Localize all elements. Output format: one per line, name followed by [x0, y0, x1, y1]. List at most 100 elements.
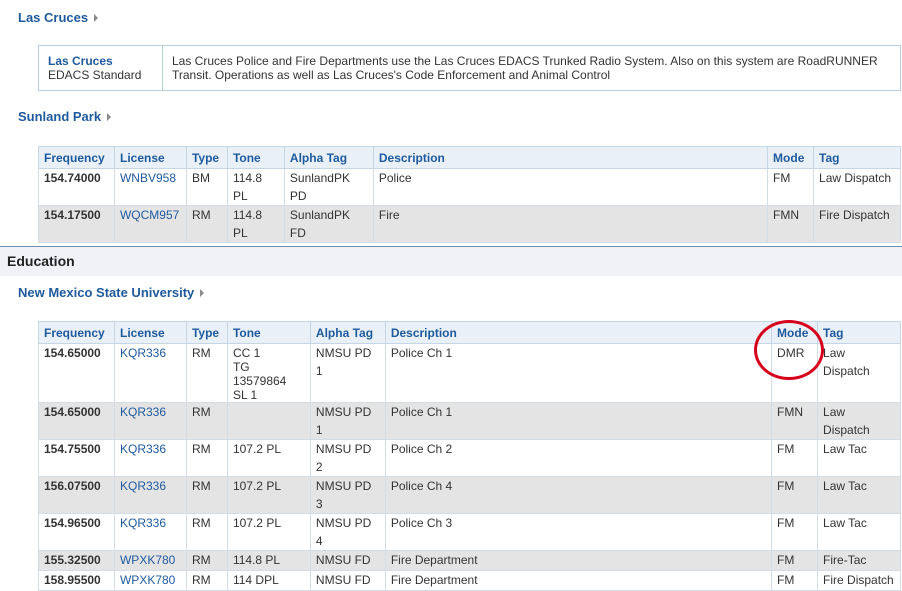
mode-cell: FM: [767, 168, 815, 206]
license-link[interactable]: KQR336: [113, 343, 187, 403]
tone-cell: 114.8 PL: [226, 205, 285, 243]
system-type: EDACS Standard: [48, 68, 142, 82]
frequency-cell: 154.65000: [38, 343, 115, 403]
frequency-cell: 154.75500: [38, 439, 115, 477]
col-header[interactable]: Type: [185, 146, 228, 169]
description-cell: Police Ch 3: [384, 513, 773, 551]
description-cell: Fire Department: [384, 570, 773, 591]
system-description: Las Cruces Police and Fire Departments u…: [172, 54, 878, 82]
table-row: 154.74000 WNBV958 BM 114.8 PL SunlandPK …: [38, 168, 901, 206]
description-cell: Fire Department: [384, 550, 773, 571]
tone-cell: 114.8 PL: [226, 550, 311, 571]
col-header[interactable]: License: [113, 146, 187, 169]
tag-cell: Fire Dispatch: [813, 205, 901, 243]
tone-cell: 107.2 PL: [226, 513, 311, 551]
col-header[interactable]: Alpha Tag: [283, 146, 374, 169]
col-header[interactable]: Frequency: [38, 146, 115, 169]
table-row: 155.32500 WPXK780 RM 114.8 PL NMSU FD Fi…: [38, 550, 901, 571]
col-header[interactable]: Tone: [226, 146, 285, 169]
col-header[interactable]: Mode: [767, 146, 815, 169]
mode-cell: FMN: [771, 402, 819, 440]
col-header[interactable]: Type: [185, 321, 228, 344]
license-link[interactable]: WPXK780: [113, 570, 187, 591]
license-link[interactable]: WNBV958: [113, 168, 187, 206]
description-cell: Police: [372, 168, 769, 206]
description-cell: Police Ch 1: [384, 402, 773, 440]
alpha-tag-cell: NMSU PD 1: [309, 343, 386, 403]
type-cell: RM: [185, 570, 228, 591]
alpha-tag-cell: NMSU FD: [309, 550, 386, 571]
col-header[interactable]: Tag: [813, 146, 901, 169]
tag-cell: Fire Dispatch: [817, 570, 901, 591]
mode-cell: FM: [771, 570, 819, 591]
col-header[interactable]: Alpha Tag: [309, 321, 386, 344]
tag-cell: Law Dispatch: [817, 343, 901, 403]
system-link[interactable]: Las Cruces: [48, 54, 162, 68]
agency-title[interactable]: Sunland Park: [18, 109, 101, 124]
col-header[interactable]: License: [113, 321, 187, 344]
type-cell: RM: [185, 439, 228, 477]
agency-sunland-park[interactable]: Sunland Park: [18, 109, 112, 124]
mode-cell: DMR: [771, 343, 819, 403]
system-name-cell: Las Cruces EDACS Standard: [39, 46, 163, 90]
frequency-cell: 154.17500: [38, 205, 115, 243]
license-link[interactable]: KQR336: [113, 513, 187, 551]
caret-right-icon: [200, 288, 205, 297]
tone-cell: 107.2 PL: [226, 439, 311, 477]
mode-cell: FM: [771, 439, 819, 477]
col-header[interactable]: Description: [372, 146, 769, 169]
description-cell: Police Ch 2: [384, 439, 773, 477]
table-row: 154.75500 KQR336 RM 107.2 PL NMSU PD 2 P…: [38, 439, 901, 477]
col-header[interactable]: Tag: [817, 321, 901, 344]
frequency-cell: 154.96500: [38, 513, 115, 551]
type-cell: RM: [185, 343, 228, 403]
alpha-tag-cell: NMSU PD 1: [309, 402, 386, 440]
caret-right-icon: [94, 13, 99, 22]
frequency-cell: 158.95500: [38, 570, 115, 591]
tag-cell: Law Tac: [817, 439, 901, 477]
col-header[interactable]: Frequency: [38, 321, 115, 344]
table-header-row: Frequency License Type Tone Alpha Tag De…: [38, 146, 901, 169]
tone-line: TG 13579864: [232, 360, 287, 388]
nmsu-frequency-table: Frequency License Type Tone Alpha Tag De…: [38, 321, 901, 591]
alpha-tag-cell: NMSU PD 2: [309, 439, 386, 477]
alpha-tag-cell: SunlandPK PD: [283, 168, 374, 206]
table-row: 158.95500 WPXK780 RM 114 DPL NMSU FD Fir…: [38, 570, 901, 591]
frequency-cell: 154.74000: [38, 168, 115, 206]
license-link[interactable]: KQR336: [113, 439, 187, 477]
col-header[interactable]: Mode: [771, 321, 819, 344]
agency-nmsu[interactable]: New Mexico State University: [18, 285, 205, 300]
description-cell: Fire: [372, 205, 769, 243]
frequency-cell: 154.65000: [38, 402, 115, 440]
sunland-frequency-table: Frequency License Type Tone Alpha Tag De…: [38, 146, 901, 243]
category-title: Education: [7, 253, 75, 269]
system-info-box: Las Cruces EDACS Standard Las Cruces Pol…: [38, 45, 901, 91]
license-link[interactable]: WQCM957: [113, 205, 187, 243]
tag-cell: Law Dispatch: [817, 402, 901, 440]
description-cell: Police Ch 1: [384, 343, 773, 403]
license-link[interactable]: WPXK780: [113, 550, 187, 571]
table-row: 154.96500 KQR336 RM 107.2 PL NMSU PD 4 P…: [38, 513, 901, 551]
table-row: 154.17500 WQCM957 RM 114.8 PL SunlandPK …: [38, 205, 901, 243]
frequency-cell: 155.32500: [38, 550, 115, 571]
category-header: Education: [0, 246, 902, 276]
col-header[interactable]: Tone: [226, 321, 311, 344]
table-row: 154.65000 KQR336 RM CC 1 TG 13579864 SL …: [38, 343, 901, 403]
tone-cell: [226, 402, 311, 440]
agency-las-cruces[interactable]: Las Cruces: [18, 10, 99, 25]
table-row: 154.65000 KQR336 RM NMSU PD 1 Police Ch …: [38, 402, 901, 440]
col-header[interactable]: Description: [384, 321, 773, 344]
type-cell: RM: [185, 550, 228, 571]
type-cell: RM: [185, 205, 228, 243]
table-header-row: Frequency License Type Tone Alpha Tag De…: [38, 321, 901, 344]
mode-cell: FM: [771, 550, 819, 571]
type-cell: RM: [185, 513, 228, 551]
mode-cell: FM: [771, 513, 819, 551]
caret-right-icon: [107, 112, 112, 121]
agency-title[interactable]: Las Cruces: [18, 10, 88, 25]
type-cell: RM: [185, 402, 228, 440]
license-link[interactable]: KQR336: [113, 402, 187, 440]
tag-cell: Law Dispatch: [813, 168, 901, 206]
agency-title[interactable]: New Mexico State University: [18, 285, 194, 300]
type-cell: BM: [185, 168, 228, 206]
